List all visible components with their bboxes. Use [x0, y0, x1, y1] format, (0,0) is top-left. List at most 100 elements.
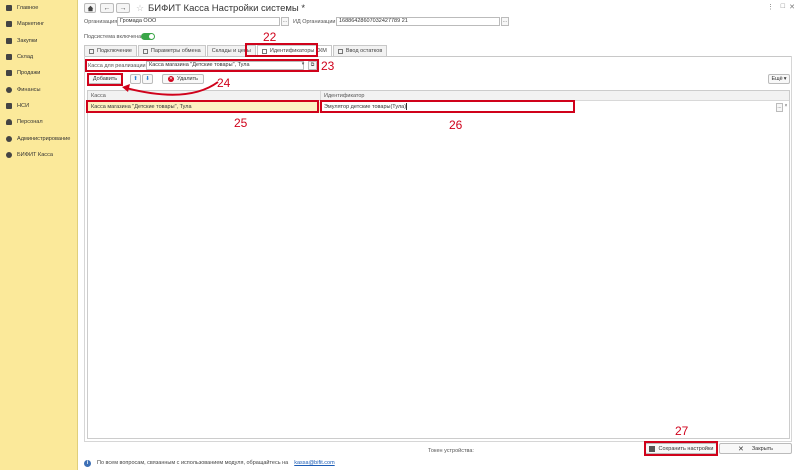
annotation-arrow	[122, 81, 219, 96]
text-cursor	[406, 103, 408, 111]
exchange-icon	[142, 48, 148, 54]
tab-balances[interactable]: Ввод остатков	[332, 45, 388, 56]
tab-label: Идентификаторы ККМ	[269, 48, 327, 54]
device-token-label: Токен устройства:	[428, 448, 474, 454]
add-button[interactable]: Добавить	[88, 74, 122, 84]
sidebar-item-label: НСИ	[17, 102, 30, 109]
annotation-27: 27	[675, 424, 689, 438]
org-value: Громада ООО	[120, 18, 157, 24]
info-icon: i	[84, 459, 91, 467]
annotation-23: 23	[321, 59, 335, 73]
sidebar-item-warehouse[interactable]: Склад	[0, 49, 77, 65]
sidebar-item-finance[interactable]: Финансы	[0, 81, 77, 97]
menu-icon	[6, 5, 12, 12]
sidebar-item-label: Маркетинг	[17, 21, 45, 28]
sidebar-item-main[interactable]: Главное	[0, 0, 77, 16]
balance-icon	[337, 48, 343, 54]
org-input[interactable]: Громада ООО	[117, 17, 280, 26]
warehouse-icon	[6, 54, 12, 61]
org-id-value: 16886428607032427789 21	[339, 18, 408, 24]
org-label: Организация:	[84, 19, 119, 25]
sidebar-item-label: Финансы	[17, 86, 41, 93]
person-icon	[6, 119, 12, 126]
column-header-identifier[interactable]: Идентификатор	[321, 91, 365, 101]
info-bar: i По всем вопросам, связанным с использо…	[78, 456, 800, 470]
sidebar: Главное Маркетинг Закупки Склад Продажи …	[0, 0, 78, 470]
annotation-24: 24	[217, 76, 231, 90]
tab-label: Ввод остатков	[345, 48, 383, 54]
tab-connection[interactable]: Подключение	[84, 45, 137, 56]
back-arrow-icon: ←	[103, 4, 111, 12]
sidebar-item-personnel[interactable]: Персонал	[0, 114, 77, 130]
tab-stores-prices[interactable]: Склады и цены	[206, 45, 256, 56]
sidebar-item-label: Администрирование	[17, 135, 71, 142]
identifier-select-button[interactable]: ...	[776, 103, 783, 112]
sidebar-item-label: Продажи	[17, 70, 41, 77]
forward-arrow-icon: →	[119, 4, 127, 12]
cart-icon	[6, 37, 12, 44]
more-button[interactable]: Ещё ▾	[768, 74, 790, 84]
main-area: ← → ☆ БИФИТ Касса Настройки системы * ⋮ …	[78, 0, 800, 470]
sidebar-list: Главное Маркетинг Закупки Склад Продажи …	[0, 0, 77, 163]
annotation-25: 25	[234, 116, 248, 130]
sidebar-item-marketing[interactable]: Маркетинг	[0, 16, 77, 32]
sidebar-item-bifit[interactable]: БИФИТ Касса	[0, 147, 77, 163]
tab-label: Параметры обмена	[150, 48, 201, 54]
sidebar-item-sales[interactable]: Продажи	[0, 65, 77, 81]
kassa-filter-dropdown[interactable]: ▾	[299, 61, 307, 70]
add-button-label: Добавить	[92, 76, 118, 82]
tab-kkm-ids[interactable]: Идентификаторы ККМ	[256, 45, 332, 56]
chart-icon	[6, 21, 12, 28]
finance-icon	[6, 86, 12, 93]
tab-bar: Подключение Параметры обмена Склады и це…	[84, 45, 388, 56]
forward-button[interactable]: →	[116, 3, 130, 13]
gear-icon	[6, 135, 12, 142]
identifier-value: Эмулятор детские товары(Тула)	[324, 104, 407, 110]
save-settings-label: Сохранить настройки	[658, 445, 714, 452]
kassa-filter-input[interactable]: Касса магазина "Детские товары", Тула	[146, 61, 304, 70]
close-window-icon[interactable]: ✕	[789, 3, 795, 11]
home-icon	[87, 5, 93, 11]
sidebar-item-nsi[interactable]: НСИ	[0, 98, 77, 114]
sidebar-item-label: Склад	[17, 54, 34, 61]
org-id-label: ИД Организации:	[293, 19, 337, 25]
back-button[interactable]: ←	[100, 3, 114, 13]
sidebar-item-label: Главное	[17, 5, 39, 12]
sidebar-item-label: Закупки	[17, 37, 38, 44]
save-settings-button[interactable]: Сохранить настройки	[645, 443, 717, 454]
sidebar-item-label: Персонал	[17, 119, 43, 126]
org-id-select-button[interactable]: ...	[501, 17, 509, 26]
chevron-down-icon: ▾	[783, 76, 787, 82]
close-button[interactable]: ✕ Закрыть	[719, 443, 792, 454]
annotation-22: 22	[263, 30, 277, 44]
sidebar-item-purchases[interactable]: Закупки	[0, 33, 77, 49]
kassa-filter-open-button[interactable]: ⧉	[308, 61, 317, 70]
kassa-filter-value: Касса магазина "Детские товары", Тула	[149, 62, 250, 68]
connection-icon	[89, 48, 94, 54]
kkm-table: Касса Идентификатор Касса магазина "Детс…	[87, 90, 790, 439]
home-button[interactable]	[84, 3, 96, 13]
subsystem-toggle[interactable]	[141, 33, 155, 40]
support-email-link[interactable]: kassa@bifit.com	[294, 460, 334, 466]
more-actions-icon[interactable]: ⋮	[767, 3, 774, 11]
org-select-button[interactable]: ...	[281, 17, 289, 26]
sidebar-item-label: БИФИТ Касса	[17, 151, 54, 158]
subsystem-label: Подсистема включена:	[84, 34, 143, 40]
cell-identifier[interactable]: Эмулятор детские товары(Тула)	[321, 102, 776, 113]
cashbox-icon	[6, 151, 12, 158]
sidebar-item-admin[interactable]: Администрирование	[0, 130, 77, 146]
identifier-clear-button[interactable]: ×	[783, 103, 789, 112]
save-disk-icon	[648, 445, 655, 452]
kassa-filter-label: Касса для реализации:	[88, 63, 148, 69]
restore-icon[interactable]: □	[781, 3, 785, 10]
org-id-input[interactable]: 16886428607032427789 21	[336, 17, 500, 26]
favorite-star-icon[interactable]: ☆	[136, 3, 144, 14]
more-button-label: Ещё	[771, 76, 783, 82]
close-icon: ✕	[737, 445, 744, 453]
close-button-label: Закрыть	[751, 445, 774, 452]
catalog-icon	[6, 102, 12, 109]
info-text: По всем вопросам, связанным с использова…	[97, 460, 289, 466]
page-title: БИФИТ Касса Настройки системы *	[148, 3, 306, 14]
tab-exchange[interactable]: Параметры обмена	[137, 45, 206, 56]
sales-icon	[6, 70, 12, 77]
